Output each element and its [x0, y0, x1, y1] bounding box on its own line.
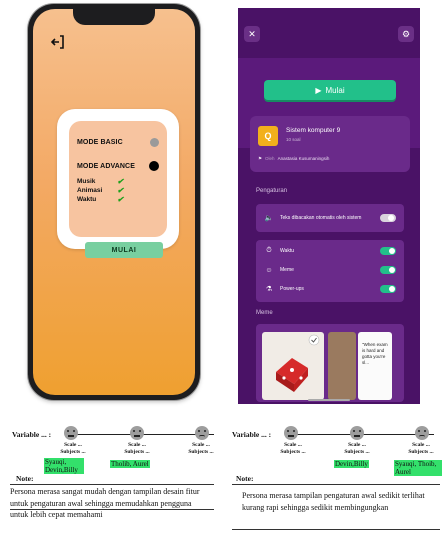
- scale-caption: Scale ... Subjects ...: [276, 442, 310, 455]
- note-rule: [232, 529, 440, 530]
- app-topbar: [238, 8, 420, 58]
- mode-advance-label: MODE ADVANCE: [77, 162, 135, 170]
- check-icon: ✔: [117, 185, 124, 195]
- tts-toggle[interactable]: [380, 214, 396, 222]
- subject-tag: Syauqi, Devin,Billy: [44, 458, 84, 474]
- settings-section-label: Pengaturan: [256, 188, 288, 194]
- variable-scale-left: Variable ... : Scale ... Subjects ... Sc…: [12, 424, 217, 464]
- note-label: Note:: [16, 474, 34, 483]
- meme-photo-image[interactable]: [328, 332, 356, 400]
- note-rule: [10, 509, 214, 510]
- variable-label: Variable ... :: [232, 430, 272, 439]
- quiz-title: Sistem komputer 9: [286, 127, 341, 134]
- check-icon: ✔: [117, 176, 124, 186]
- meme-icon: ☺: [265, 266, 273, 274]
- quiz-thumbnail: Q: [258, 126, 278, 146]
- tts-row[interactable]: 🔈 Teks dibacakan otomatis oleh sistem: [256, 211, 404, 225]
- check-icon: ✔: [117, 194, 124, 204]
- note-text: Persona merasa tampilan pengaturan awal …: [242, 491, 425, 512]
- mulai-label: Mulai: [325, 85, 345, 95]
- feature-item[interactable]: Waktu ✔: [77, 195, 159, 204]
- timer-icon: ⏱: [266, 247, 272, 254]
- option-label: Power-ups: [280, 285, 304, 292]
- mode-basic-row[interactable]: MODE BASIC: [77, 135, 159, 149]
- option-waktu-row[interactable]: ⏱ Waktu: [256, 244, 404, 258]
- option-label: Meme: [280, 266, 294, 273]
- mode-basic-radio[interactable]: [150, 137, 159, 147]
- author-prefix: Oleh: [265, 156, 275, 161]
- phone-notch: [73, 9, 155, 25]
- meme-section-label: Meme: [256, 310, 273, 316]
- powerups-toggle[interactable]: [380, 285, 396, 293]
- game-mode-card: MODE BASIC MODE ADVANCE Musik ✔ Animasi …: [57, 109, 179, 249]
- waktu-toggle[interactable]: [380, 247, 396, 255]
- mode-advance-row[interactable]: MODE ADVANCE: [77, 159, 159, 173]
- option-label: Waktu: [280, 247, 294, 254]
- sad-face-icon[interactable]: [415, 426, 429, 440]
- neutral-face-icon[interactable]: [284, 426, 298, 440]
- powerup-icon: ⚗: [265, 286, 273, 293]
- feature-item[interactable]: Animasi ✔: [77, 186, 159, 195]
- left-phone-mockup: MODE BASIC MODE ADVANCE Musik ✔ Animasi …: [28, 4, 200, 400]
- subjects-text: Subjects ...: [344, 448, 370, 455]
- feature-label: Musik: [77, 178, 96, 185]
- scale-caption: Scale ... Subjects ...: [120, 442, 154, 455]
- right-app-screen: ✕ ⚙ ▶ Mulai Q Sistem komputer 9 10 soal …: [238, 8, 420, 404]
- subjects-text: Subjects ...: [408, 448, 434, 455]
- meme-carousel[interactable]: "When exam is hard and gotta you're sl..…: [256, 324, 404, 402]
- author-icon: ⚑: [258, 156, 263, 161]
- quiz-author: ⚑ Oleh Anastasia Kusumaningsih: [258, 156, 329, 162]
- mode-basic-label: MODE BASIC: [77, 138, 123, 146]
- scale-caption: Scale ... Subjects ...: [184, 442, 218, 455]
- sad-face-icon[interactable]: [195, 426, 209, 440]
- note-text: Persona merasa sangat mudah dengan tampi…: [10, 487, 200, 519]
- scale-caption: Scale ... Subjects ...: [404, 442, 438, 455]
- meme-caption: "When exam is hard and gotta you're sl..…: [362, 342, 388, 365]
- gear-icon[interactable]: ⚙: [398, 26, 414, 42]
- neutral-face-icon[interactable]: [350, 426, 364, 440]
- game-mode-panel: MODE BASIC MODE ADVANCE Musik ✔ Animasi …: [69, 121, 167, 237]
- quiz-question-count: 10 soal: [286, 137, 301, 142]
- scale-caption: Scale ... Subjects ...: [56, 442, 90, 455]
- meme-toggle[interactable]: [380, 266, 396, 274]
- exit-icon[interactable]: [51, 35, 65, 49]
- scale-caption: Scale ... Subjects ...: [340, 442, 374, 455]
- close-icon[interactable]: ✕: [244, 26, 260, 42]
- home-indicator: [308, 399, 350, 401]
- speaker-icon: 🔈: [264, 215, 274, 222]
- feature-list: Musik ✔ Animasi ✔ Waktu ✔: [77, 177, 159, 204]
- dice-icon: [276, 334, 320, 392]
- quiz-info-card[interactable]: Q Sistem komputer 9 10 soal ⚑ Oleh Anast…: [250, 116, 410, 172]
- meme-dice-image[interactable]: [262, 332, 324, 400]
- variable-label: Variable ... :: [12, 430, 52, 439]
- start-button[interactable]: MULAI: [85, 242, 163, 258]
- subjects-text: Subjects ...: [280, 448, 306, 455]
- neutral-face-icon[interactable]: [130, 426, 144, 440]
- neutral-face-icon[interactable]: [64, 426, 78, 440]
- subject-tag: Tholib, Aurel: [110, 460, 150, 468]
- variable-scale-right: Variable ... : Scale ... Subjects ... Sc…: [232, 424, 437, 464]
- feature-label: Waktu: [77, 196, 97, 203]
- subjects-text: Subjects ...: [188, 448, 214, 455]
- option-meme-row[interactable]: ☺ Meme: [256, 263, 404, 277]
- subjects-text: Subjects ...: [124, 448, 150, 455]
- left-phone-screen: MODE BASIC MODE ADVANCE Musik ✔ Animasi …: [33, 9, 195, 395]
- tts-label: Teks dibacakan otomatis oleh sistem: [280, 214, 362, 221]
- subject-tag: Devin,Billy: [334, 460, 369, 468]
- subject-tag: Syauqi, Thoib, Aurel: [394, 460, 442, 476]
- author-name: Anastasia Kusumaningsih: [277, 156, 330, 161]
- meme-text-image[interactable]: "When exam is hard and gotta you're sl..…: [358, 332, 392, 400]
- mode-advance-radio[interactable]: [149, 161, 159, 171]
- note-label: Note:: [236, 474, 254, 483]
- play-icon: ▶: [315, 85, 322, 95]
- tts-option-card[interactable]: 🔈 Teks dibacakan otomatis oleh sistem: [256, 204, 404, 232]
- option-powerups-row[interactable]: ⚗ Power-ups: [256, 282, 404, 296]
- mulai-button[interactable]: ▶ Mulai: [264, 80, 396, 100]
- feature-label: Animasi: [77, 187, 103, 194]
- options-card: ⏱ Waktu ☺ Meme ⚗ Power-ups: [256, 240, 404, 302]
- subjects-text: Subjects ...: [60, 448, 86, 455]
- note-rule: [232, 484, 440, 485]
- note-rule: [10, 484, 214, 485]
- feature-item[interactable]: Musik ✔: [77, 177, 159, 186]
